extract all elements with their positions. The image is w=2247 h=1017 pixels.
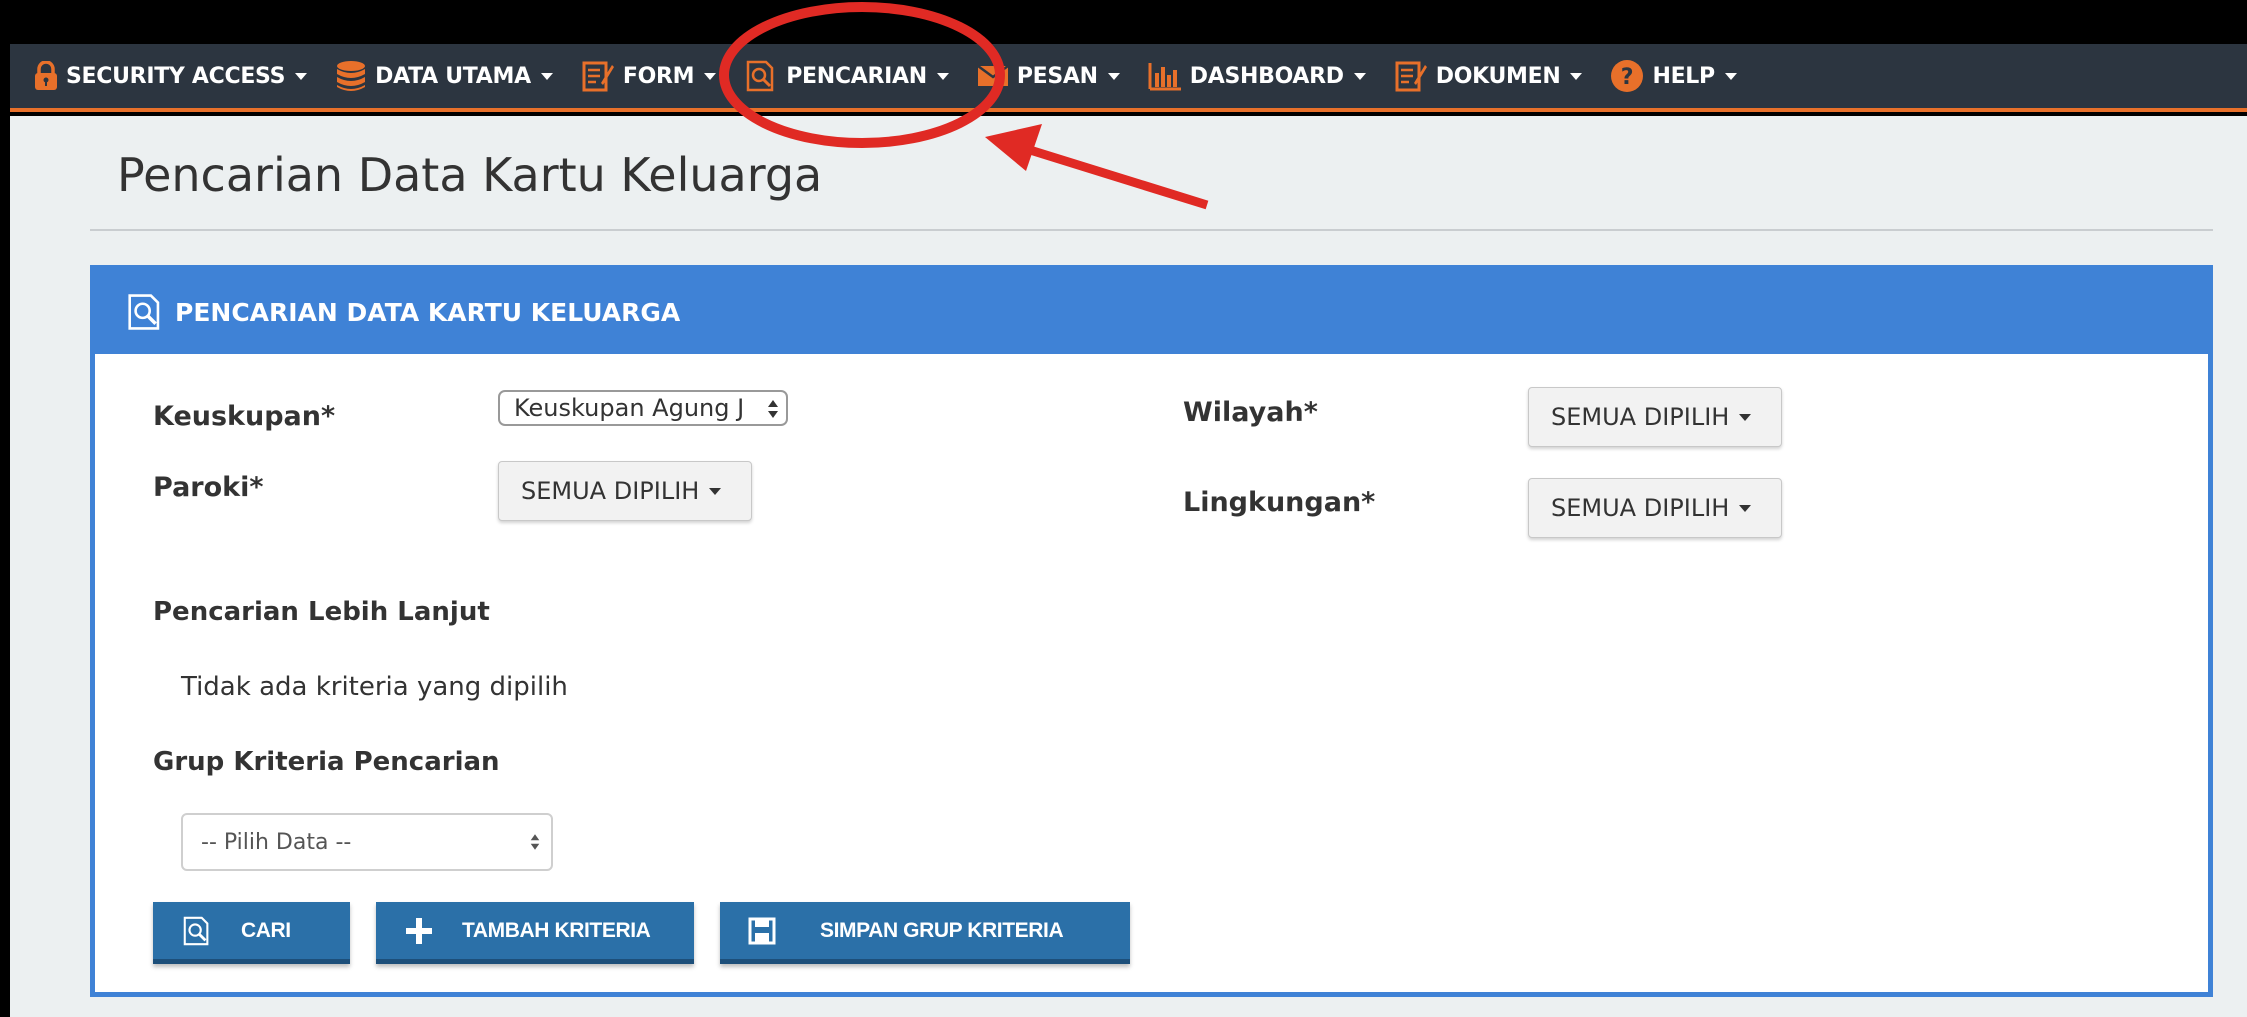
chevron-down-icon: [1739, 413, 1752, 421]
keuskupan-value: Keuskupan Agung J: [514, 394, 745, 422]
search-document-icon: [125, 292, 165, 332]
select-arrows-icon: [768, 400, 778, 418]
panel-title: PENCARIAN DATA KARTU KELUARGA: [175, 297, 681, 327]
page-title: Pencarian Data Kartu Keluarga: [117, 148, 823, 202]
document-icon: [1394, 59, 1428, 93]
keuskupan-label: Keuskupan*: [153, 401, 336, 432]
nav-label: DASHBOARD: [1189, 63, 1344, 89]
nav-security-access[interactable]: SECURITY ACCESS: [34, 44, 308, 108]
search-button-label: CARI: [241, 918, 291, 942]
wilayah-label: Wilayah*: [1183, 397, 1318, 428]
nav-dashboard[interactable]: DASHBOARD: [1148, 44, 1366, 108]
criteria-group-select[interactable]: -- Pilih Data --: [181, 813, 553, 871]
nav-form[interactable]: FORM: [581, 44, 717, 108]
help-icon: ?: [1610, 59, 1644, 93]
nav-label: DATA UTAMA: [375, 63, 531, 89]
title-divider: [90, 229, 2213, 231]
wilayah-dropdown[interactable]: SEMUA DIPILIH: [1528, 387, 1782, 447]
svg-text:?: ?: [1621, 65, 1633, 90]
lingkungan-dropdown[interactable]: SEMUA DIPILIH: [1528, 478, 1782, 538]
add-criteria-label: TAMBAH KRITERIA: [462, 918, 651, 942]
chevron-down-icon: [540, 72, 553, 80]
nav-pencarian[interactable]: PENCARIAN: [744, 44, 949, 108]
paroki-dropdown[interactable]: SEMUA DIPILIH: [498, 461, 752, 521]
chevron-down-icon: [1353, 72, 1366, 80]
lock-icon: [34, 61, 58, 91]
wilayah-value: SEMUA DIPILIH: [1551, 403, 1730, 431]
nav-label: SECURITY ACCESS: [66, 63, 286, 89]
save-criteria-group-button[interactable]: SIMPAN GRUP KRITERIA: [720, 902, 1130, 964]
database-icon: [335, 60, 367, 92]
search-document-icon: [744, 59, 778, 93]
chevron-down-icon: [936, 72, 949, 80]
paroki-label: Paroki*: [153, 472, 264, 503]
bar-chart-icon: [1148, 61, 1182, 91]
nav-label: PESAN: [1016, 63, 1098, 89]
criteria-group-placeholder: -- Pilih Data --: [201, 829, 352, 855]
chevron-down-icon: [1107, 72, 1120, 80]
nav-pesan[interactable]: PESAN: [977, 44, 1120, 108]
content-area: Pencarian Data Kartu Keluarga PENCARIAN …: [10, 116, 2247, 1017]
search-button[interactable]: CARI: [153, 902, 350, 964]
chevron-down-icon: [295, 72, 308, 80]
nav-dokumen[interactable]: DOKUMEN: [1394, 44, 1583, 108]
paroki-value: SEMUA DIPILIH: [521, 477, 700, 505]
envelope-icon: [977, 63, 1009, 89]
nav-label: HELP: [1652, 63, 1715, 89]
nav-label: PENCARIAN: [786, 63, 927, 89]
nav-label: FORM: [622, 63, 695, 89]
plus-icon: [404, 916, 434, 946]
panel-heading: PENCARIAN DATA KARTU KELUARGA: [95, 270, 2208, 354]
nav-label: DOKUMEN: [1435, 63, 1561, 89]
lingkungan-value: SEMUA DIPILIH: [1551, 494, 1730, 522]
advanced-search-heading: Pencarian Lebih Lanjut: [153, 597, 490, 627]
save-criteria-group-label: SIMPAN GRUP KRITERIA: [820, 918, 1064, 942]
chevron-down-icon: [1570, 72, 1583, 80]
save-icon: [748, 917, 776, 945]
add-criteria-button[interactable]: TAMBAH KRITERIA: [376, 902, 694, 964]
keuskupan-select[interactable]: Keuskupan Agung J: [498, 390, 788, 426]
search-document-icon: [181, 915, 213, 947]
chevron-down-icon: [704, 72, 717, 80]
chevron-down-icon: [1724, 72, 1737, 80]
select-arrows-icon: [530, 834, 540, 850]
no-criteria-text: Tidak ada kriteria yang dipilih: [181, 672, 568, 702]
criteria-group-heading: Grup Kriteria Pencarian: [153, 747, 500, 777]
form-icon: [581, 59, 615, 93]
search-panel: PENCARIAN DATA KARTU KELUARGA Keuskupan*…: [90, 265, 2213, 997]
nav-help[interactable]: ? HELP: [1610, 44, 1737, 108]
lingkungan-label: Lingkungan*: [1183, 487, 1376, 518]
top-navbar: SECURITY ACCESS DATA UTAMA FORM PENCARIA…: [10, 44, 2247, 112]
chevron-down-icon: [1739, 504, 1752, 512]
nav-data-utama[interactable]: DATA UTAMA: [335, 44, 553, 108]
chevron-down-icon: [709, 487, 722, 495]
